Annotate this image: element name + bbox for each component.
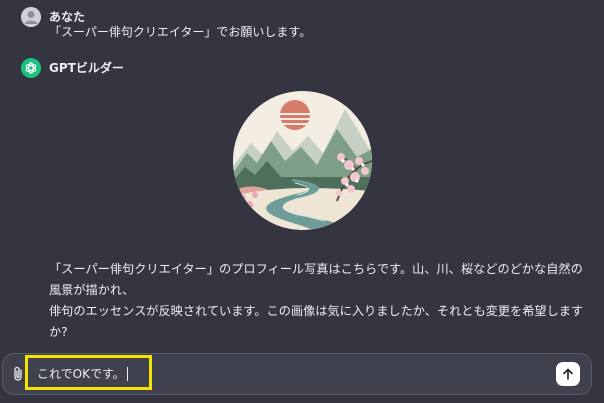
user-author-name: あなた [49,10,86,24]
chat-window: あなた 「スーパー俳句クリエイター」でお願いします。 GPTビルダー 「スーパー… [0,0,604,403]
attach-file-button[interactable] [10,365,26,383]
gpt-avatar [21,58,41,78]
send-button[interactable] [556,362,580,386]
assistant-author-name: GPTビルダー [49,61,124,75]
message-input[interactable]: これでOKです。 [37,366,128,382]
user-message: あなた 「スーパー俳句クリエイター」でお願いします。 [21,7,311,40]
text-caret [126,367,128,381]
paperclip-icon [14,366,22,381]
message-input-value: これでOKです。 [37,367,125,381]
arrow-up-icon [563,368,573,380]
user-avatar [21,7,41,27]
landscape-illustration [233,91,372,230]
user-message-text: 「スーパー俳句クリエイター」でお願いします。 [49,25,312,39]
profile-picture-image[interactable] [233,91,372,230]
assistant-reply-line-2: 俳句のエッセンスが反映されています。この画像は気に入りましたか、それとも変更を希… [49,304,584,339]
openai-logo-icon [25,62,37,74]
assistant-message: GPTビルダー [21,58,124,78]
message-composer[interactable]: これでOKです。 [2,353,592,395]
assistant-reply-line-1: 「スーパー俳句クリエイター」のプロフィール写真はこちらです。山、川、桜などのどか… [49,262,583,297]
user-avatar-icon [21,7,41,27]
assistant-reply: 「スーパー俳句クリエイター」のプロフィール写真はこちらです。山、川、桜などのどか… [49,259,589,343]
